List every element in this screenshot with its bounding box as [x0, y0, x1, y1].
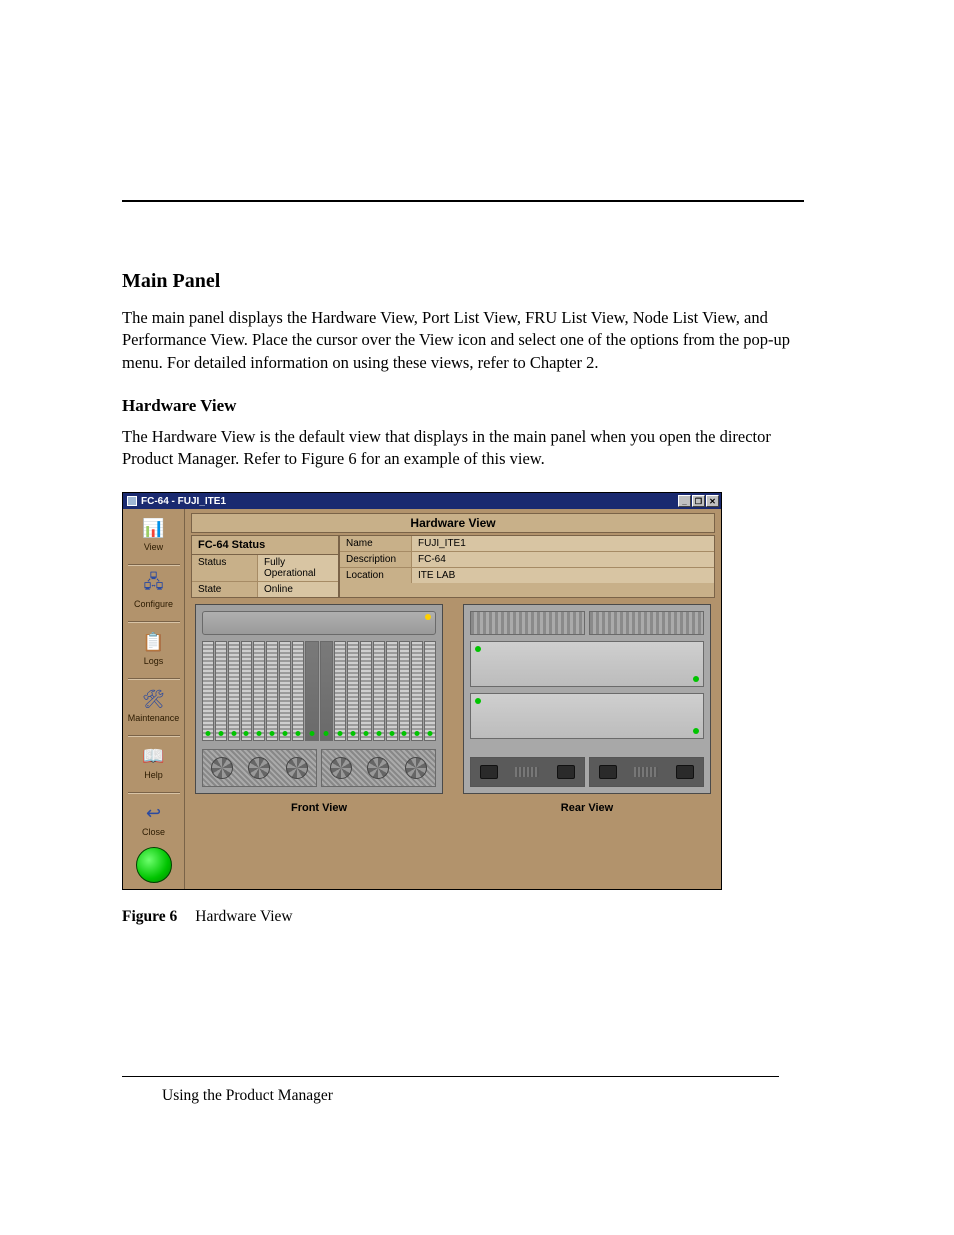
rear-view[interactable]: Rear View	[463, 604, 711, 814]
configure-icon: 🖧	[138, 572, 170, 598]
info-key: Name	[340, 536, 412, 551]
window-title: FC-64 - FUJI_ITE1	[141, 496, 226, 507]
info-row: State Online	[192, 582, 338, 597]
sidebar: 📊 View 🖧 Configure 📋 Logs	[123, 509, 185, 889]
sidebar-separator	[128, 792, 180, 794]
maximize-button[interactable]: ❐	[692, 495, 705, 507]
sidebar-item-help[interactable]: 📖 Help	[138, 743, 170, 780]
sidebar-item-label: Help	[144, 770, 163, 780]
front-view-label: Front View	[291, 802, 347, 814]
sidebar-separator	[128, 564, 180, 566]
rear-view-label: Rear View	[561, 802, 613, 814]
info-val: FC-64	[412, 552, 714, 567]
info-row: Status Fully Operational	[192, 555, 338, 582]
sidebar-item-view[interactable]: 📊 View	[138, 515, 170, 552]
titlebar: FC-64 - FUJI_ITE1 _ ❐ ✕	[123, 493, 721, 509]
info-key: State	[192, 582, 258, 597]
sidebar-item-label: Logs	[144, 656, 164, 666]
sidebar-item-label: Close	[142, 827, 165, 837]
close-window-button[interactable]: ✕	[706, 495, 719, 507]
sidebar-item-label: View	[144, 542, 163, 552]
sidebar-item-label: Configure	[134, 599, 173, 609]
sidebar-separator	[128, 621, 180, 623]
figure-6: FC-64 - FUJI_ITE1 _ ❐ ✕ 📊 View 🖧	[122, 492, 804, 926]
info-val: Fully Operational	[258, 555, 338, 581]
top-rule	[122, 200, 804, 202]
app-window: FC-64 - FUJI_ITE1 _ ❐ ✕ 📊 View 🖧	[122, 492, 722, 890]
info-key: Status	[192, 555, 258, 581]
info-row: Name FUJI_ITE1	[340, 536, 714, 552]
main-panel: Hardware View FC-64 Status Status Fully …	[185, 509, 721, 889]
figure-caption: Figure 6 Hardware View	[122, 908, 804, 926]
section-heading: Main Panel	[122, 270, 804, 293]
info-val: Online	[258, 582, 338, 597]
info-row: Location ITE LAB	[340, 568, 714, 583]
info-val: ITE LAB	[412, 568, 714, 583]
rear-chassis-graphic	[463, 604, 711, 794]
close-icon: ↩	[138, 800, 170, 826]
info-val: FUJI_ITE1	[412, 536, 714, 551]
front-view[interactable]: Front View	[195, 604, 443, 814]
status-led	[136, 847, 172, 883]
maintenance-icon: 🛠	[137, 686, 169, 712]
page-footer: Using the Product Manager	[122, 1076, 779, 1105]
subsection-heading: Hardware View	[122, 396, 804, 416]
minimize-button[interactable]: _	[678, 495, 691, 507]
view-icon: 📊	[138, 515, 170, 541]
footer-text: Using the Product Manager	[122, 1087, 779, 1105]
sidebar-item-configure[interactable]: 🖧 Configure	[134, 572, 173, 609]
app-icon	[127, 496, 137, 506]
logs-icon: 📋	[138, 629, 170, 655]
sidebar-item-close[interactable]: ↩ Close	[138, 800, 170, 837]
window-controls: _ ❐ ✕	[678, 495, 719, 507]
sidebar-item-maintenance[interactable]: 🛠 Maintenance	[128, 686, 180, 723]
sidebar-item-logs[interactable]: 📋 Logs	[138, 629, 170, 666]
status-header: FC-64 Status	[192, 536, 338, 555]
front-chassis-graphic	[195, 604, 443, 794]
info-key: Location	[340, 568, 412, 583]
footer-rule	[122, 1076, 779, 1077]
subsection-body: The Hardware View is the default view th…	[122, 426, 804, 471]
sidebar-separator	[128, 735, 180, 737]
sidebar-item-label: Maintenance	[128, 713, 180, 723]
info-key: Description	[340, 552, 412, 567]
sidebar-separator	[128, 678, 180, 680]
info-row: Description FC-64	[340, 552, 714, 568]
help-icon: 📖	[138, 743, 170, 769]
caption-label: Figure 6	[122, 908, 177, 925]
status-panel: FC-64 Status Status Fully Operational St…	[191, 535, 715, 598]
caption-text: Hardware View	[195, 908, 292, 925]
view-title: Hardware View	[191, 513, 715, 533]
section-body: The main panel displays the Hardware Vie…	[122, 307, 804, 374]
